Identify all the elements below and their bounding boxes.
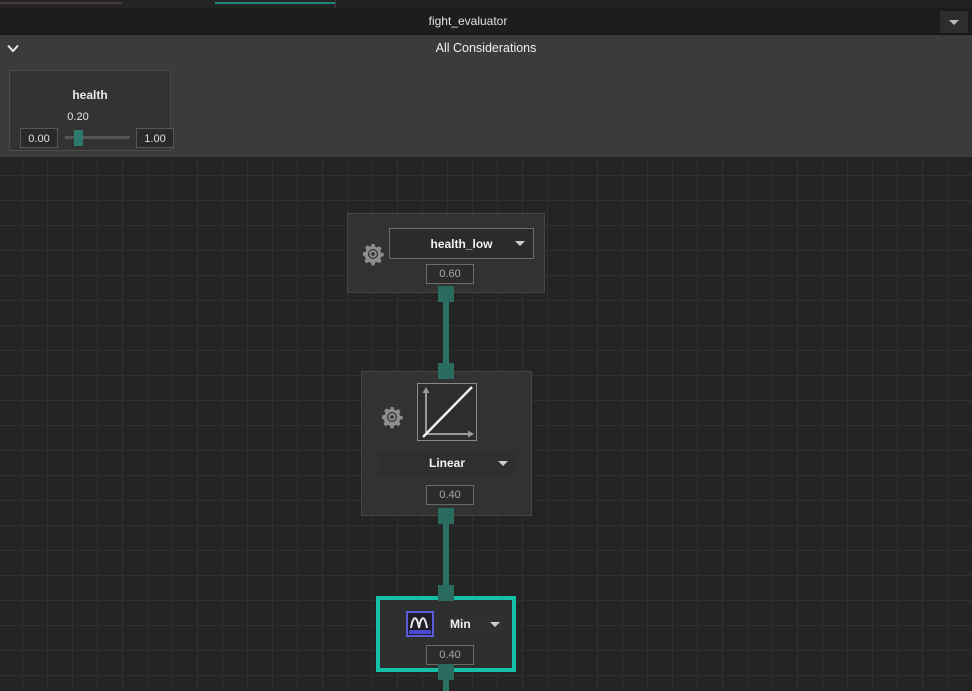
window-title: fight_evaluator xyxy=(428,14,508,28)
tab-underline xyxy=(0,2,122,4)
considerations-header: All Considerations xyxy=(0,35,972,61)
caret-down-icon xyxy=(949,19,959,25)
graph-canvas[interactable]: health_low 0.60 Linear 0.40 Min 0.40 xyxy=(0,157,972,691)
aggregator-type-selector[interactable]: Min xyxy=(442,610,504,638)
collapse-considerations-button[interactable] xyxy=(3,38,23,58)
window-menu-button[interactable] xyxy=(939,10,969,34)
parameter-max-input[interactable]: 1.00 xyxy=(136,128,174,148)
consideration-output-port[interactable] xyxy=(438,286,454,302)
gear-icon[interactable] xyxy=(380,405,404,429)
chevron-down-icon xyxy=(7,44,19,53)
curve-badge-glyph xyxy=(409,617,431,634)
slider-handle[interactable] xyxy=(74,130,83,146)
curve-type-selector[interactable]: Linear xyxy=(378,451,516,475)
aggregator-output-value[interactable]: 0.40 xyxy=(426,645,474,665)
node-graph-editor: fight_evaluator All Considerations healt… xyxy=(0,0,972,691)
parameters-panel: health 0.20 0.00 1.00 xyxy=(0,61,972,157)
wire-curve-to-aggregator xyxy=(443,516,449,590)
node-consideration[interactable]: health_low 0.60 xyxy=(347,213,545,293)
aggregator-type-label: Min xyxy=(450,617,471,631)
title-bar: fight_evaluator xyxy=(0,8,972,35)
consideration-selector[interactable]: health_low xyxy=(389,228,534,259)
node-response-curve[interactable]: Linear 0.40 xyxy=(361,371,532,516)
parameter-name: health xyxy=(72,88,108,102)
parameter-min-input[interactable]: 0.00 xyxy=(20,128,58,148)
parameter-current-value: 0.20 xyxy=(67,111,89,123)
parameter-card-health: health 0.20 0.00 1.00 xyxy=(9,70,174,151)
chevron-down-icon xyxy=(515,241,525,246)
aggregator-input-port[interactable] xyxy=(438,585,454,601)
considerations-title: All Considerations xyxy=(435,41,537,55)
linear-curve-graph xyxy=(422,386,474,438)
curve-badge-icon[interactable] xyxy=(406,611,434,637)
chevron-down-icon xyxy=(490,621,500,627)
tab-segment[interactable] xyxy=(122,0,216,8)
curve-output-value[interactable]: 0.40 xyxy=(426,485,474,505)
parameter-slider[interactable] xyxy=(65,128,130,148)
aggregator-output-port[interactable] xyxy=(438,664,454,680)
gear-icon[interactable] xyxy=(361,242,385,266)
curve-type-label: Linear xyxy=(428,456,465,470)
wire-consideration-to-curve xyxy=(443,294,449,368)
consideration-output-value[interactable]: 0.60 xyxy=(426,264,474,284)
linear-curve-icon[interactable] xyxy=(417,383,477,441)
node-aggregator[interactable]: Min 0.40 xyxy=(376,596,516,672)
consideration-selector-label: health_low xyxy=(430,236,493,251)
editor-tab-strip xyxy=(0,0,972,8)
curve-input-port[interactable] xyxy=(438,363,454,379)
curve-output-port[interactable] xyxy=(438,508,454,524)
active-tab-underline xyxy=(215,2,335,4)
chevron-down-icon xyxy=(498,460,508,466)
